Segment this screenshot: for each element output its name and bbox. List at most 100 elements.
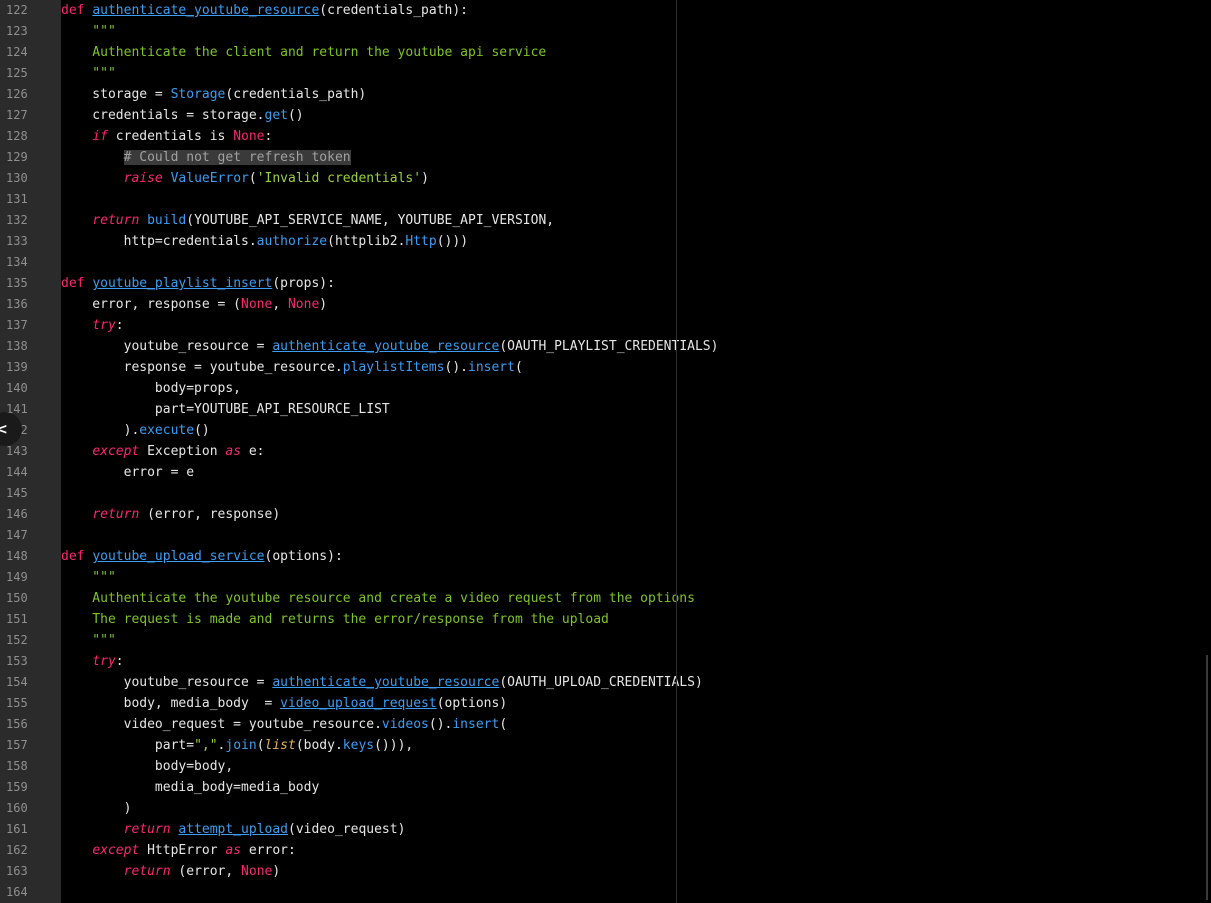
code-line[interactable]: def authenticate_youtube_resource(creden… bbox=[61, 0, 1201, 21]
code-editor[interactable]: 122 123 124 125 126 127 128 129 130 131 132 133 134 1… bbox=[0, 0, 1211, 903]
code-token: ( bbox=[256, 738, 265, 753]
code-line[interactable]: youtube_resource = authenticate_youtube_… bbox=[61, 672, 1201, 693]
code-line[interactable] bbox=[61, 189, 1201, 210]
code-token: youtube_upload_service bbox=[92, 549, 265, 564]
code-line[interactable]: """ bbox=[61, 21, 1201, 42]
code-token: except bbox=[92, 444, 140, 459]
code-line[interactable]: Authenticate the client and return the y… bbox=[61, 42, 1201, 63]
line-number: 136 bbox=[6, 297, 28, 311]
code-token: Authenticate the youtube resource and cr… bbox=[61, 591, 695, 606]
code-line[interactable]: if credentials is None: bbox=[61, 126, 1201, 147]
code-area[interactable]: def authenticate_youtube_resource ( creden… bbox=[61, 0, 1201, 903]
code-line[interactable]: credentials = storage.get() bbox=[61, 105, 1201, 126]
code-token: error: bbox=[241, 843, 296, 858]
code-token: credentials is bbox=[107, 129, 234, 144]
line-number: 154 bbox=[6, 675, 28, 689]
code-line[interactable]: """ bbox=[61, 630, 1201, 651]
line-number: 140 bbox=[6, 381, 28, 395]
code-line[interactable] bbox=[61, 483, 1201, 504]
code-line[interactable]: part=YOUTUBE_API_RESOURCE_LIST bbox=[61, 399, 1201, 420]
line-number-gutter: 122 123 124 125 126 127 128 129 130 131 132 133 134 1… bbox=[0, 0, 61, 903]
code-token: authenticate_youtube_resource bbox=[272, 675, 500, 690]
code-line[interactable] bbox=[61, 525, 1201, 546]
code-line[interactable]: body=body, bbox=[61, 756, 1201, 777]
code-token: def bbox=[61, 3, 85, 18]
code-line[interactable]: return (error, None) bbox=[61, 861, 1201, 882]
line-number: 163 bbox=[6, 864, 28, 878]
code-line[interactable]: try: bbox=[61, 651, 1201, 672]
line-number: 127 bbox=[6, 108, 28, 122]
code-line[interactable]: video_request = youtube_resource.videos(… bbox=[61, 714, 1201, 735]
code-line[interactable]: storage = Storage(credentials_path) bbox=[61, 84, 1201, 105]
code-token: None bbox=[233, 129, 265, 144]
code-token: ) bbox=[61, 801, 132, 816]
vertical-scrollbar[interactable] bbox=[1206, 655, 1208, 900]
code-line[interactable]: error, response = (None, None) bbox=[61, 294, 1201, 315]
code-line[interactable]: try: bbox=[61, 315, 1201, 336]
code-line[interactable]: body=props, bbox=[61, 378, 1201, 399]
code-line[interactable]: part=",".join(list(body.keys())), bbox=[61, 735, 1201, 756]
code-token: (video_request) bbox=[288, 822, 406, 837]
code-token: None bbox=[241, 864, 273, 879]
code-token: storage = bbox=[61, 87, 171, 102]
code-token: list bbox=[264, 738, 296, 753]
line-number: 138 bbox=[6, 339, 28, 353]
code-line[interactable]: """ bbox=[61, 63, 1201, 84]
code-token: return bbox=[92, 507, 140, 522]
code-line[interactable]: return (error, response) bbox=[61, 504, 1201, 525]
code-token: (httplib2. bbox=[327, 234, 406, 249]
code-line[interactable]: The request is made and returns the erro… bbox=[61, 609, 1201, 630]
line-number: 131 bbox=[6, 192, 28, 206]
code-line[interactable] bbox=[61, 882, 1201, 903]
code-token: response = youtube_resource. bbox=[61, 360, 343, 375]
code-token: try bbox=[92, 654, 116, 669]
code-token: authenticate_youtube_resource bbox=[92, 3, 320, 18]
code-line[interactable]: ) bbox=[61, 798, 1201, 819]
code-token: body=body, bbox=[61, 759, 234, 774]
code-line[interactable]: raise ValueError('Invalid credentials') bbox=[61, 168, 1201, 189]
code-token: part= bbox=[61, 738, 195, 753]
line-number: 133 bbox=[6, 234, 28, 248]
code-line[interactable]: """ bbox=[61, 567, 1201, 588]
code-token: (options): bbox=[264, 549, 343, 564]
code-line[interactable]: error = e bbox=[61, 462, 1201, 483]
line-number: 157 bbox=[6, 738, 28, 752]
line-number: 151 bbox=[6, 612, 28, 626]
code-line[interactable]: except HttpError as error: bbox=[61, 840, 1201, 861]
code-line[interactable]: return attempt_upload(video_request) bbox=[61, 819, 1201, 840]
code-token: part=YOUTUBE_API_RESOURCE_LIST bbox=[61, 402, 390, 417]
code-token: None bbox=[241, 297, 273, 312]
code-line[interactable]: body, media_body = video_upload_request(… bbox=[61, 693, 1201, 714]
code-token: insert bbox=[452, 717, 500, 732]
code-token: authorize bbox=[256, 234, 328, 249]
code-line[interactable]: media_body=media_body bbox=[61, 777, 1201, 798]
code-token: video_upload_request bbox=[280, 696, 437, 711]
code-token: ). bbox=[61, 423, 140, 438]
code-line[interactable]: ).execute() bbox=[61, 420, 1201, 441]
code-line[interactable]: except Exception as e: bbox=[61, 441, 1201, 462]
code-token: insert bbox=[468, 360, 515, 375]
code-line[interactable]: Authenticate the youtube resource and cr… bbox=[61, 588, 1201, 609]
code-token: as bbox=[225, 843, 242, 858]
code-line[interactable]: def youtube_playlist_insert(props): bbox=[61, 273, 1201, 294]
code-token: get bbox=[264, 108, 288, 123]
code-line[interactable]: youtube_resource = authenticate_youtube_… bbox=[61, 336, 1201, 357]
code-token: """ bbox=[61, 570, 116, 585]
code-line[interactable]: http=credentials.authorize(httplib2.Http… bbox=[61, 231, 1201, 252]
code-token: """ bbox=[61, 24, 116, 39]
code-token: ValueError bbox=[170, 171, 249, 186]
code-line[interactable] bbox=[61, 252, 1201, 273]
code-line[interactable]: return build(YOUTUBE_API_SERVICE_NAME, Y… bbox=[61, 210, 1201, 231]
code-token: http=credentials. bbox=[61, 234, 257, 249]
code-token: (YOUTUBE_API_SERVICE_NAME, YOUTUBE_API_V… bbox=[186, 213, 555, 228]
code-line[interactable]: response = youtube_resource.playlistItem… bbox=[61, 357, 1201, 378]
code-token: return bbox=[123, 822, 171, 837]
code-line[interactable]: # Could not get refresh token bbox=[61, 147, 1201, 168]
code-token: (OAUTH_UPLOAD_CREDENTIALS) bbox=[499, 675, 703, 690]
line-number: 126 bbox=[6, 87, 28, 101]
code-token: try bbox=[92, 318, 116, 333]
code-line[interactable]: def youtube_upload_service(options): bbox=[61, 546, 1201, 567]
